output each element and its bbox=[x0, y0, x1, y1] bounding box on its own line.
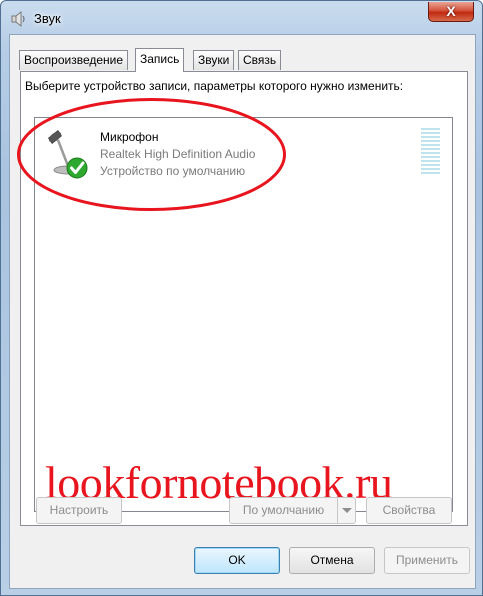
level-meter bbox=[421, 128, 440, 176]
tab-sounds[interactable]: Звуки bbox=[193, 50, 235, 70]
set-default-button[interactable]: По умолчанию bbox=[229, 497, 356, 524]
ok-button[interactable]: OK bbox=[194, 547, 280, 574]
cancel-button[interactable]: Отмена bbox=[289, 547, 375, 574]
tab-communications[interactable]: Связь bbox=[238, 50, 282, 70]
configure-button[interactable]: Настроить bbox=[36, 497, 122, 524]
properties-button[interactable]: Свойства bbox=[366, 497, 452, 524]
device-driver: Realtek High Definition Audio bbox=[100, 147, 256, 161]
device-status: Устройство по умолчанию bbox=[100, 164, 246, 178]
dialog-client-area: Воспроизведение Запись Звуки Связь Выбер… bbox=[9, 34, 476, 589]
tab-recording[interactable]: Запись bbox=[135, 48, 185, 72]
device-name: Микрофон bbox=[100, 130, 159, 144]
list-item[interactable]: Микрофон Realtek High Definition Audio У… bbox=[35, 118, 452, 188]
window-title: Звук bbox=[34, 11, 61, 26]
apply-button[interactable]: Применить bbox=[384, 547, 470, 574]
set-default-label: По умолчанию bbox=[242, 503, 325, 517]
sound-dialog-window: Звук X Воспроизведение Запись Звуки Связ… bbox=[0, 0, 483, 596]
microphone-icon bbox=[48, 130, 88, 179]
device-list[interactable]: Микрофон Realtek High Definition Audio У… bbox=[34, 117, 453, 512]
default-check-icon bbox=[66, 157, 88, 179]
tab-playback[interactable]: Воспроизведение bbox=[19, 50, 129, 70]
chevron-down-icon[interactable] bbox=[337, 498, 355, 523]
close-button[interactable]: X bbox=[428, 2, 474, 22]
instruction-text: Выберите устройство записи, параметры ко… bbox=[25, 79, 404, 93]
speaker-icon bbox=[11, 10, 25, 28]
title-bar[interactable]: Звук X bbox=[1, 1, 482, 35]
